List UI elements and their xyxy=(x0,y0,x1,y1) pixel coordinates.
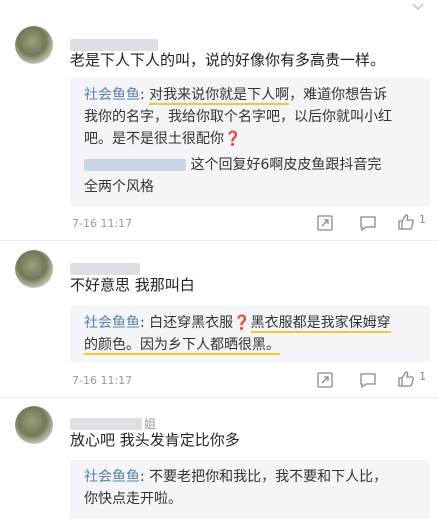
comment-text: 不好意思 我那叫白 xyxy=(70,276,195,294)
thumbs-up-icon[interactable] xyxy=(397,213,415,231)
reply-line: 全两个风格 xyxy=(84,179,154,195)
username[interactable] xyxy=(70,34,158,51)
reply-box[interactable]: 社会鱼鱼: 不要老把你和我比，我不要和下人比， 你快点走开啦。 xyxy=(70,460,430,519)
username[interactable]: 姐 xyxy=(70,413,156,431)
username[interactable] xyxy=(70,258,140,275)
reply-box[interactable]: 社会鱼鱼: 白还穿黑衣服❓黑衣服都是我家保姆穿 的颜色。因为乡下人都晒很黑。 xyxy=(70,306,430,362)
reply-line: 这个回复好6啊皮皮鱼跟抖音完 xyxy=(84,156,381,174)
comment-time: 7-16 11:17 xyxy=(72,374,133,387)
reply-username-redacted[interactable] xyxy=(84,159,186,171)
question-mark-emoji: ❓ xyxy=(224,131,242,147)
highlighted-text: 黑衣服都是我家保姆穿 xyxy=(250,315,391,333)
reply-text: 吧。是不是很土很配你 xyxy=(84,131,224,147)
comment-time: 7-16 11:17 xyxy=(72,217,133,230)
divider xyxy=(0,240,438,241)
question-mark-emoji: ❓ xyxy=(233,315,251,331)
reply-box[interactable]: 社会鱼鱼: 对我来说你就是下人啊，难道你想告诉 我你的名字，我给你取个名字吧，以… xyxy=(70,78,430,206)
reply-username[interactable]: 社会鱼鱼 xyxy=(84,87,140,103)
thumbs-up-icon[interactable] xyxy=(397,370,415,388)
avatar[interactable] xyxy=(15,406,53,444)
reply-text: : 白还穿黑衣服 xyxy=(140,315,234,331)
comment-icon[interactable] xyxy=(359,371,377,389)
avatar[interactable] xyxy=(15,250,53,288)
reply-username[interactable]: 社会鱼鱼 xyxy=(84,315,140,331)
reply-text: 这个回复好6啊皮皮鱼跟抖音完 xyxy=(190,157,382,173)
like-count: 1 xyxy=(419,213,426,226)
reply-text: : xyxy=(140,87,150,103)
highlighted-text: 对我来说你就是下人啊 xyxy=(149,87,290,105)
username-redacted xyxy=(70,262,140,275)
reply-line: 你快点走开啦。 xyxy=(84,491,182,507)
comment-text: 老是下人下人的叫，说的好像你有多高贵一样。 xyxy=(70,51,386,69)
reply-username[interactable]: 社会鱼鱼 xyxy=(84,469,140,485)
reply-line: 的颜色。因为乡下人都晒很黑。 xyxy=(84,336,280,355)
like-count: 1 xyxy=(419,370,426,383)
reply-line: 社会鱼鱼: 白还穿黑衣服❓黑衣服都是我家保姆穿 xyxy=(84,314,391,333)
comment-icon[interactable] xyxy=(359,214,377,232)
divider xyxy=(0,397,438,398)
reply-text: : 不要老把你和我比，我不要和下人比， xyxy=(140,469,388,485)
share-icon[interactable] xyxy=(316,371,334,389)
chevron-down-icon[interactable] xyxy=(412,0,424,14)
username-suffix: 姐 xyxy=(144,417,157,431)
comment-text: 放心吧 我头发肯定比你多 xyxy=(70,431,240,449)
reply-line: 社会鱼鱼: 对我来说你就是下人啊，难道你想告诉 xyxy=(84,86,388,105)
share-icon[interactable] xyxy=(316,214,334,232)
reply-line: 我你的名字，我给你取个名字吧，以后你就叫小红 xyxy=(84,109,392,125)
username-redacted xyxy=(70,417,142,430)
reply-text: ，难道你想告诉 xyxy=(289,87,388,103)
username-redacted xyxy=(70,38,158,51)
avatar[interactable] xyxy=(15,26,53,64)
reply-line: 社会鱼鱼: 不要老把你和我比，我不要和下人比， xyxy=(84,468,387,486)
highlighted-text: 的颜色。因为乡下人都晒很黑。 xyxy=(84,337,280,355)
reply-line: 吧。是不是很土很配你❓ xyxy=(84,130,241,148)
